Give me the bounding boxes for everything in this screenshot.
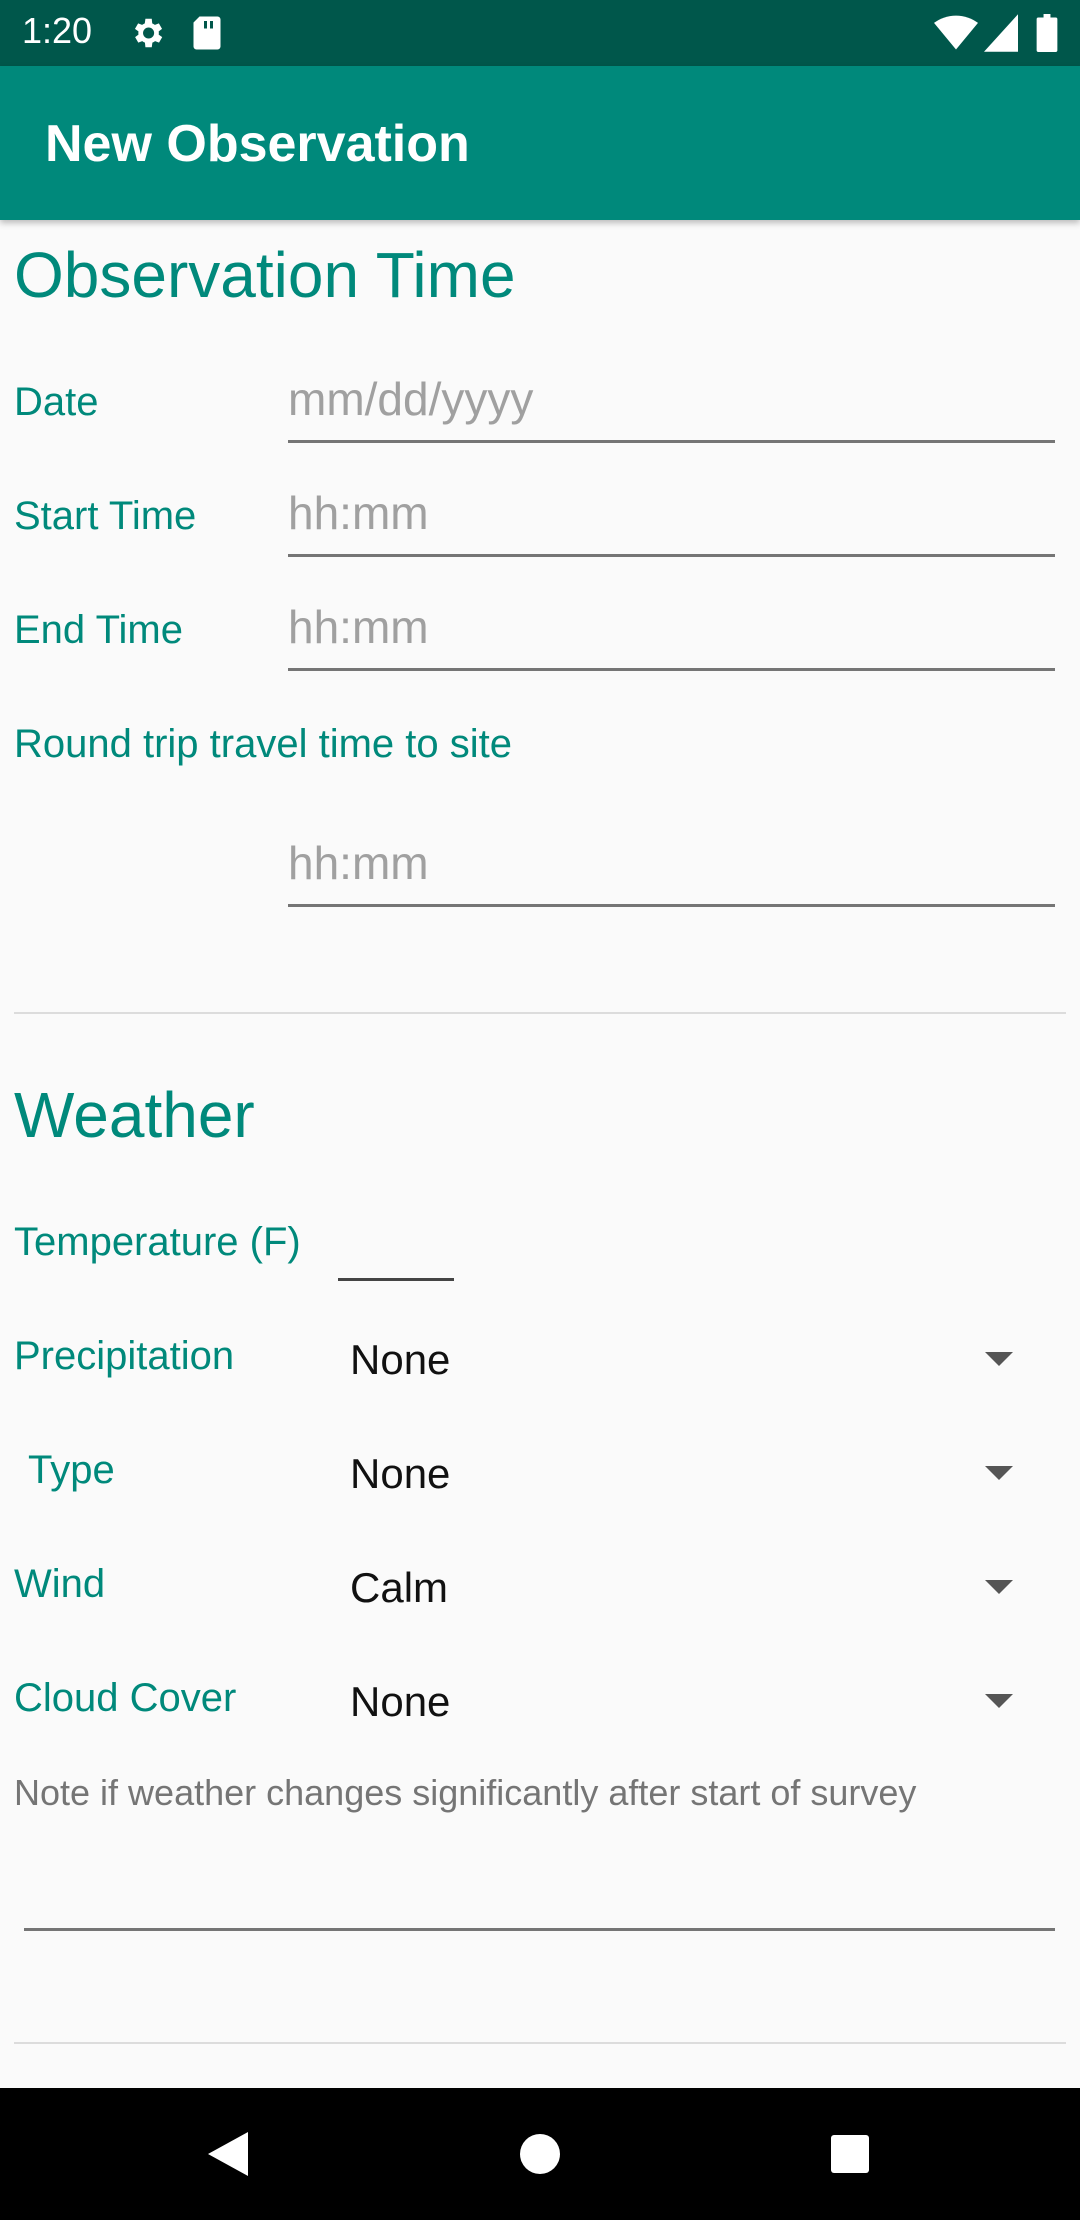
- travel-time-label: Round trip travel time to site: [14, 722, 512, 766]
- temperature-underline: [338, 1278, 454, 1281]
- wifi-icon: [934, 14, 978, 57]
- precipitation-label: Precipitation: [14, 1334, 235, 1378]
- start-time-placeholder: hh:mm: [288, 487, 429, 539]
- chevron-down-icon: [985, 1466, 1013, 1480]
- date-placeholder: mm/dd/yyyy: [288, 373, 534, 425]
- recents-square-icon: [831, 2135, 869, 2173]
- precipitation-value: None: [350, 1336, 451, 1383]
- back-button[interactable]: [192, 2118, 264, 2190]
- sd-card-icon: [192, 14, 222, 57]
- type-value: None: [350, 1450, 451, 1497]
- date-field[interactable]: mm/dd/yyyy: [288, 360, 1055, 444]
- status-time: 1:20: [22, 10, 93, 51]
- observation-form[interactable]: Observation Time Date mm/dd/yyyy Start T…: [0, 220, 1080, 2088]
- weather-note-underline: [24, 1928, 1055, 1931]
- date-underline: [288, 440, 1055, 443]
- back-triangle-icon: [208, 2132, 248, 2176]
- end-time-field[interactable]: hh:mm: [288, 588, 1055, 672]
- home-button[interactable]: [504, 2118, 576, 2190]
- section-divider: [14, 2042, 1066, 2044]
- app-bar: New Observation: [0, 66, 1080, 220]
- chevron-down-icon: [985, 1580, 1013, 1594]
- home-circle-icon: [520, 2134, 560, 2174]
- date-label: Date: [14, 380, 99, 424]
- temperature-label: Temperature (F): [14, 1220, 301, 1264]
- signal-icon: [984, 14, 1018, 57]
- weather-note-hint: Note if weather changes significantly af…: [14, 1772, 917, 1813]
- battery-icon: [1036, 14, 1058, 57]
- travel-time-field[interactable]: hh:mm: [288, 824, 1055, 908]
- end-time-placeholder: hh:mm: [288, 601, 429, 653]
- observation-time-heading: Observation Time: [14, 239, 516, 311]
- weather-heading: Weather: [14, 1079, 255, 1151]
- status-bar: 1:20: [0, 0, 1080, 66]
- chevron-down-icon: [985, 1352, 1013, 1366]
- start-time-underline: [288, 554, 1055, 557]
- gear-icon: [128, 14, 166, 57]
- type-spinner[interactable]: None: [330, 1432, 1030, 1512]
- cloud-cover-spinner[interactable]: None: [330, 1660, 1030, 1740]
- travel-time-placeholder: hh:mm: [288, 837, 429, 889]
- page-title: New Observation: [45, 115, 470, 173]
- wind-value: Calm: [350, 1564, 449, 1611]
- cloud-cover-value: None: [350, 1678, 451, 1725]
- recents-button[interactable]: [814, 2118, 886, 2190]
- end-time-underline: [288, 668, 1055, 671]
- weather-note-field[interactable]: [24, 1840, 1055, 1932]
- wind-label: Wind: [14, 1562, 106, 1606]
- temperature-field[interactable]: [338, 1210, 454, 1282]
- travel-time-underline: [288, 904, 1055, 907]
- type-label: Type: [28, 1448, 115, 1492]
- start-time-label: Start Time: [14, 494, 197, 538]
- section-divider: [14, 1012, 1066, 1014]
- precipitation-spinner[interactable]: None: [330, 1318, 1030, 1398]
- wind-spinner[interactable]: Calm: [330, 1546, 1030, 1626]
- start-time-field[interactable]: hh:mm: [288, 474, 1055, 558]
- chevron-down-icon: [985, 1694, 1013, 1708]
- end-time-label: End Time: [14, 608, 183, 652]
- cloud-cover-label: Cloud Cover: [14, 1676, 237, 1720]
- navigation-bar: [0, 2088, 1080, 2220]
